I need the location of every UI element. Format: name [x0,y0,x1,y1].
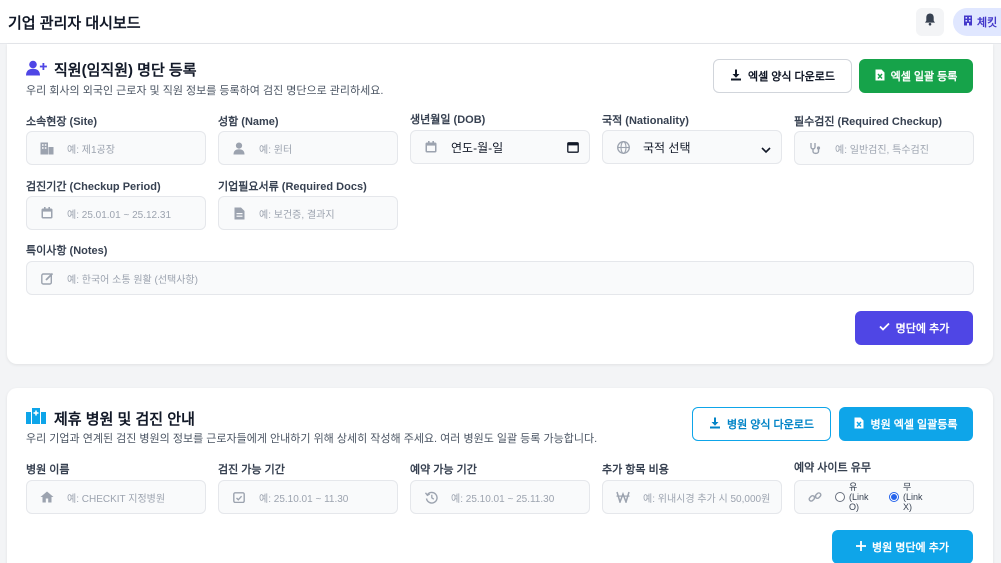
check-icon [879,322,890,334]
history-icon [423,489,439,505]
radio-link-no[interactable]: 무 (Link X) [889,482,929,512]
building-icon [963,15,973,29]
employee-section-title: 직원(임직원) 명단 등록 [54,62,197,79]
company-chip-label: 체킷 [977,17,998,29]
home-icon [39,489,55,505]
download-icon [709,417,721,432]
excel-file-icon [854,417,864,432]
chevron-down-icon [761,141,771,159]
required-docs-input[interactable]: 예: 보건증, 결과지 [218,196,398,230]
name-input[interactable]: 예: 윈터 [218,131,398,165]
employee-registration-card: 직원(임직원) 명단 등록 우리 회사의 외국인 근로자 및 직원 정보를 등록… [7,44,993,364]
won-icon [615,489,631,505]
reservation-site-field: 유 (Link O) 무 (Link X) [794,480,974,514]
top-bar: 기업 관리자 대시보드 체킷 [0,0,1001,44]
user-plus-icon [26,60,48,76]
download-icon [730,69,742,84]
document-icon [231,205,247,221]
hospital-name-label: 병원 이름 [26,464,70,476]
radio-no-dot[interactable] [889,492,899,502]
checkup-period-label: 검진기간 (Checkup Period) [26,181,161,193]
reservation-period-label: 예약 가능 기간 [410,464,477,476]
nationality-select[interactable]: 국적 선택 [602,130,782,164]
employee-section-desc: 우리 회사의 외국인 근로자 및 직원 정보를 등록하여 검진 명단으로 관리하… [26,85,384,97]
excel-bulk-upload-button[interactable]: 엑셀 일괄 등록 [859,59,973,93]
add-hospital-button[interactable]: 병원 명단에 추가 [832,530,973,563]
excel-file-icon [875,69,885,84]
checkup-available-input[interactable]: 예: 25.10.01 ~ 11.30 [218,480,398,514]
hospital-template-download-button[interactable]: 병원 양식 다운로드 [692,407,831,441]
notification-button[interactable] [916,8,944,36]
user-icon [231,140,247,156]
hospital-section-title: 제휴 병원 및 검진 안내 [54,411,195,428]
additional-cost-label: 추가 항목 비용 [602,464,669,476]
checkup-period-input[interactable]: 예: 25.01.01 ~ 25.12.31 [26,196,206,230]
site-input[interactable]: 예: 제1공장 [26,131,206,165]
plus-icon [856,540,867,554]
globe-icon [615,139,631,155]
reservation-site-radio-group: 유 (Link O) 무 (Link X) [835,482,929,512]
company-chip[interactable]: 체킷 [953,8,1001,36]
building-icon [39,140,55,156]
app-title: 기업 관리자 대시보드 [8,15,141,32]
calendar-picker-icon[interactable] [567,140,579,158]
notes-input[interactable]: 예: 한국어 소통 원활 (선택사항) [26,261,974,295]
notes-label: 특이사항 (Notes) [26,245,108,257]
hospital-name-input[interactable]: 예: CHECKIT 지정병원 [26,480,206,514]
additional-cost-input[interactable]: 예: 위내시경 추가 시 50,000원 [602,480,782,514]
required-docs-label: 기업필요서류 (Required Docs) [218,181,367,193]
hospital-card: 제휴 병원 및 검진 안내 우리 기업과 연계된 검진 병원의 정보를 근로자들… [7,388,993,563]
excel-template-download-button[interactable]: 엑셀 양식 다운로드 [713,59,852,93]
bell-icon [924,13,936,31]
dob-input[interactable]: 연도-월-일 [410,130,590,164]
hospital-excel-bulk-upload-button[interactable]: 병원 엑셀 일괄등록 [839,407,973,441]
name-label: 성함 (Name) [218,116,279,128]
dob-label: 생년월일 (DOB) [410,114,486,126]
calendar-check-icon [231,489,247,505]
checkup-available-label: 검진 가능 기간 [218,464,285,476]
calendar-icon [423,139,439,155]
radio-yes-dot[interactable] [835,492,845,502]
required-checkup-input[interactable]: 예: 일반검진, 특수검진 [794,131,974,165]
calendar-icon [39,205,55,221]
link-icon [807,489,823,505]
radio-link-yes[interactable]: 유 (Link O) [835,482,875,512]
edit-icon [39,270,55,286]
add-to-list-button[interactable]: 명단에 추가 [855,311,973,345]
required-checkup-label: 필수검진 (Required Checkup) [794,116,943,128]
reservation-period-input[interactable]: 예: 25.10.01 ~ 25.11.30 [410,480,590,514]
site-label: 소속현장 (Site) [26,116,98,128]
hospital-building-icon [26,408,46,424]
nationality-label: 국적 (Nationality) [602,115,689,127]
stethoscope-icon [807,140,823,156]
reservation-site-label: 예약 사이트 유무 [794,462,871,474]
hospital-section-desc: 우리 기업과 연계된 검진 병원의 정보를 근로자들에게 안내하기 위해 상세히… [26,433,598,445]
